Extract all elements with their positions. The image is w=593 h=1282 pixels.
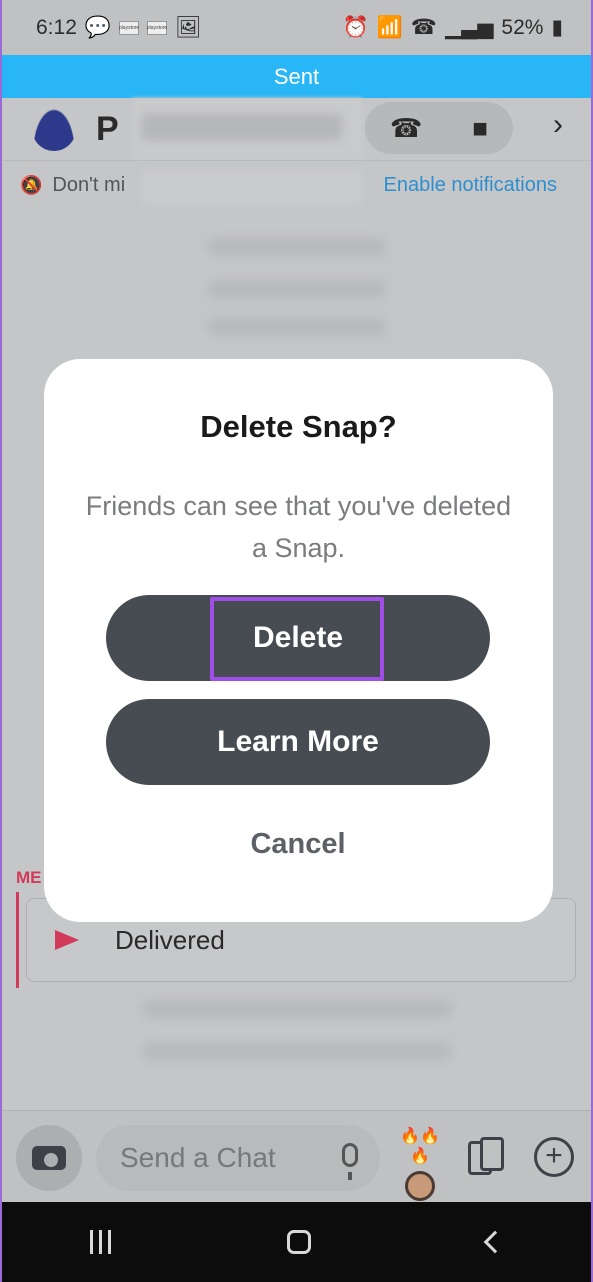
chevron-right-icon[interactable]: › — [553, 108, 563, 142]
phone-call-icon[interactable]: ☎ — [390, 113, 422, 144]
notification-bar: 🔕 Don't mi Enable notifications — [2, 160, 591, 210]
blurred-chat-line — [207, 318, 387, 336]
learn-more-button[interactable]: Learn More — [106, 699, 490, 785]
status-right: ⏰ 📶 ☎ ▁▃▅ 52% ▮ — [342, 15, 563, 40]
alarm-icon: ⏰ — [342, 15, 369, 39]
signal-icon: ▁▃▅ — [444, 16, 494, 39]
back-icon[interactable] — [483, 1230, 507, 1254]
video-call-icon[interactable]: ■ — [472, 113, 488, 144]
status-time: 6:12 — [36, 15, 77, 39]
call-button-group: ☎ ■ — [365, 102, 513, 154]
chat-input-bar: 🔥🔥🔥 + — [2, 1110, 591, 1202]
bell-off-icon: 🔕 — [20, 175, 43, 195]
cancel-button[interactable]: Cancel — [198, 819, 398, 869]
blurred-chat-line — [142, 1042, 452, 1060]
camera-button[interactable] — [16, 1125, 82, 1191]
sent-banner-text: Sent — [273, 63, 320, 89]
chat-input[interactable] — [96, 1125, 380, 1191]
plus-icon[interactable]: + — [534, 1137, 574, 1177]
blurred-chat-line — [207, 280, 387, 298]
status-left: 6:12 💬 playstore playstore 🖼 — [36, 16, 202, 40]
learn-more-button-label: Learn More — [217, 725, 379, 758]
blurred-chat-line — [207, 238, 387, 256]
notification-text: Don't mi — [52, 174, 126, 196]
bitmoji-face-icon — [405, 1171, 435, 1201]
battery-percent: 52% — [501, 15, 544, 39]
chat-bubble-icon: 💬 — [84, 15, 112, 39]
sender-rail — [16, 892, 19, 988]
microphone-icon[interactable] — [342, 1143, 358, 1180]
memories-cards-icon[interactable] — [468, 1137, 504, 1177]
recents-icon[interactable] — [90, 1230, 111, 1254]
cancel-button-label: Cancel — [250, 827, 346, 860]
wifi-icon: 📶 — [376, 15, 403, 39]
enable-notifications-link[interactable]: Enable notifications — [384, 174, 557, 197]
home-icon[interactable] — [287, 1230, 311, 1254]
bitmoji-button[interactable]: 🔥🔥🔥 — [392, 1127, 448, 1201]
dialog-message: Friends can see that you've deleted a Sn… — [85, 491, 512, 563]
avatar[interactable] — [32, 107, 76, 151]
redacted-text-blur — [142, 169, 362, 205]
delete-snap-dialog: Delete Snap? Friends can see that you've… — [44, 359, 553, 922]
battery-icon: ▮ — [551, 16, 563, 39]
system-nav-bar — [2, 1202, 591, 1282]
sent-banner: Sent — [2, 55, 591, 98]
dialog-title: Delete Snap? — [200, 409, 397, 444]
notification-thumb-icon: playstore — [119, 20, 139, 35]
wifi-calling-icon: ☎ — [410, 16, 437, 39]
chat-header: P ☎ ■ › — [2, 98, 591, 160]
fire-emoji: 🔥🔥🔥 — [400, 1128, 440, 1165]
camera-icon — [32, 1146, 66, 1170]
redacted-name-blur — [132, 98, 362, 160]
delete-button-label: Delete — [252, 621, 344, 654]
delete-button[interactable]: Delete — [106, 595, 490, 681]
sender-label: ME — [16, 868, 42, 887]
blurred-chat-line — [142, 1000, 452, 1018]
message-status-text: Delivered — [115, 924, 225, 955]
screen: 6:12 💬 playstore playstore 🖼 ⏰ 📶 ☎ ▁▃▅ 5… — [0, 0, 593, 1282]
notification-thumb-icon: playstore — [147, 20, 167, 35]
sent-arrow-icon — [55, 930, 79, 950]
gallery-icon: 🖼 — [175, 15, 202, 39]
status-bar: 6:12 💬 playstore playstore 🖼 ⏰ 📶 ☎ ▁▃▅ 5… — [2, 0, 591, 55]
chat-name[interactable]: P — [96, 110, 119, 149]
